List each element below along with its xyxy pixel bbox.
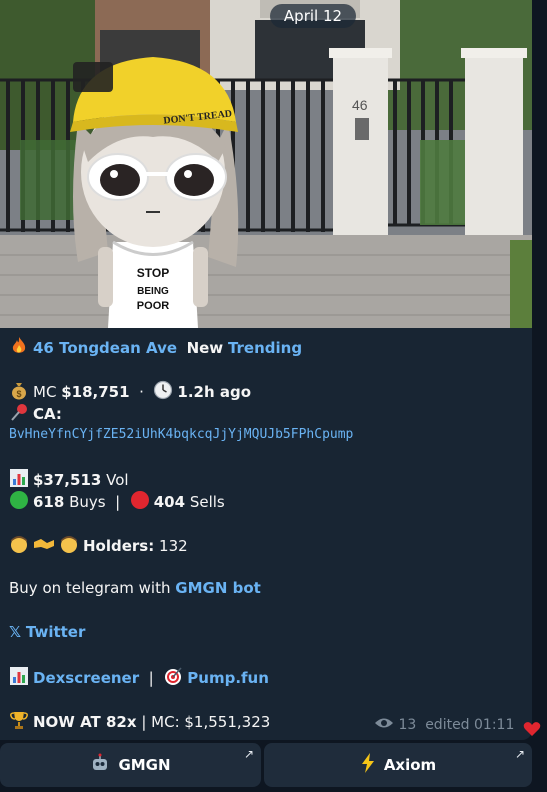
contract-address[interactable]: BvHneYfnCYjfZE52iUhK4bqkcqJjYjMQUJb5FPhC… — [9, 425, 353, 445]
edited-time: edited 01:11 — [425, 717, 515, 733]
message-meta: 13 edited 01:11 — [374, 716, 514, 734]
trophy-icon — [9, 710, 29, 735]
sells-label: Sells — [189, 493, 225, 511]
trades-separator: | — [115, 493, 121, 511]
eye-icon — [374, 718, 398, 734]
avatar-sticker: STOP BEING POOR DON'T TREAD — [70, 57, 239, 328]
mc-label: MC — [33, 383, 57, 401]
lightning-icon — [360, 753, 376, 777]
holders-line: Holders: 132 — [9, 534, 188, 559]
pushpin-icon — [9, 402, 29, 427]
message-bubble: 46 STOP BEING POOR DON'T TREAD April 12 … — [0, 0, 532, 740]
now-at-separator: | — [141, 713, 147, 731]
axiom-button[interactable]: Axiom ↗ — [264, 743, 532, 787]
links-separator: | — [148, 669, 154, 687]
mc-separator: · — [139, 383, 144, 401]
external-link-icon: ↗ — [514, 747, 525, 761]
clock-icon — [153, 380, 173, 405]
green-circle-icon — [9, 490, 29, 515]
volume-label: Vol — [106, 471, 129, 489]
view-count: 13 — [398, 717, 417, 733]
date-badge: April 12 — [270, 4, 356, 28]
sells-count: 404 — [153, 493, 186, 511]
handshake-icon — [33, 534, 55, 559]
title-line: 46 Tongdean Ave New Trending — [9, 336, 302, 361]
now-at-line: NOW AT 82x | MC: $1,551,323 — [9, 710, 270, 735]
twitter-line: 𝕏 Twitter — [9, 622, 85, 642]
heart-icon[interactable] — [523, 721, 541, 741]
twitter-link[interactable]: Twitter — [26, 623, 86, 641]
buys-count: 618 — [33, 493, 65, 511]
ca-label: CA: — [33, 405, 62, 423]
dexscreener-link[interactable]: Dexscreener — [33, 669, 139, 687]
fire-icon — [9, 336, 29, 361]
token-name-link[interactable]: 46 Tongdean Ave — [33, 339, 177, 357]
buys-label: Buys — [69, 493, 106, 511]
person-icon — [9, 534, 29, 559]
trending-link[interactable]: Trending — [228, 339, 302, 357]
holders-label: Holders: — [83, 537, 155, 555]
holders-count: 132 — [159, 537, 188, 555]
x-logo-icon: 𝕏 — [9, 623, 22, 641]
target-icon — [163, 666, 183, 691]
gmgn-bot-link[interactable]: GMGN bot — [175, 579, 261, 597]
new-label: New — [186, 339, 224, 357]
trades-line: 618 Buys | 404 Sells — [9, 490, 225, 515]
now-at-mc: MC: $1,551,323 — [151, 713, 271, 731]
axiom-button-label: Axiom — [383, 756, 437, 774]
svg-text:STOP: STOP — [137, 266, 169, 280]
svg-text:$: $ — [16, 389, 21, 399]
person-icon — [59, 534, 79, 559]
chart-icon — [9, 666, 29, 691]
pumpfun-link[interactable]: Pump.fun — [187, 669, 269, 687]
red-circle-icon — [130, 490, 150, 515]
gmgn-button[interactable]: GMGN ↗ — [0, 743, 261, 787]
age-value: 1.2h ago — [177, 383, 252, 401]
external-link-icon: ↗ — [243, 747, 254, 761]
volume-value: $37,513 — [33, 471, 102, 489]
buy-prefix: Buy on telegram with — [9, 579, 171, 597]
buy-line: Buy on telegram with GMGN bot — [9, 578, 261, 598]
robot-icon — [90, 753, 110, 777]
gmgn-button-label: GMGN — [118, 756, 171, 774]
now-at-label: NOW AT 82x — [33, 713, 137, 731]
mc-value: $18,751 — [61, 383, 130, 401]
svg-text:POOR: POOR — [137, 300, 169, 312]
links-line: Dexscreener | Pump.fun — [9, 666, 269, 691]
ca-line: CA: — [9, 402, 62, 427]
post-image[interactable]: 46 STOP BEING POOR DON'T TREAD April 12 — [0, 0, 532, 328]
gate-number: 46 — [352, 97, 368, 113]
svg-text:BEING: BEING — [137, 286, 169, 297]
